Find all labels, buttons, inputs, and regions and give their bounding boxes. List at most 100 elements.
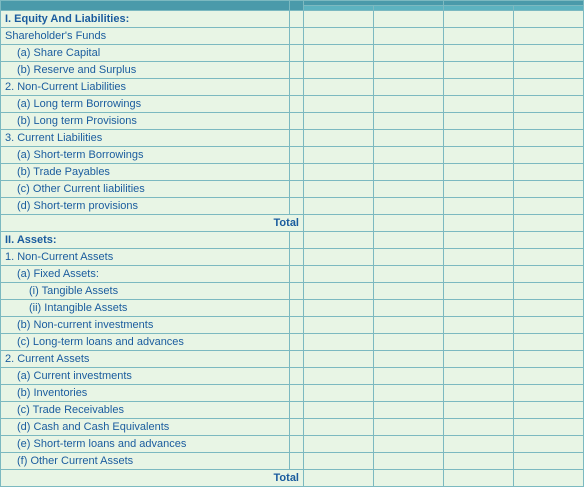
note-no-cell [290,368,304,385]
data-cell-3 [514,62,584,79]
note-no-cell [290,266,304,283]
data-cell-3 [514,470,584,487]
data-cell-2 [444,402,514,419]
particulars-cell: (d) Short-term provisions [1,198,290,215]
particulars-cell: (e) Short-term loans and advances [1,436,290,453]
data-cell-2 [444,79,514,96]
table-row: (a) Share Capital [1,45,584,62]
data-cell-3 [514,385,584,402]
data-cell-3 [514,198,584,215]
header-particulars [1,1,290,11]
particulars-cell: (a) Short-term Borrowings [1,147,290,164]
data-cell-3 [514,300,584,317]
data-cell-1 [374,147,444,164]
data-cell-1 [374,232,444,249]
data-cell-3 [514,419,584,436]
data-cell-1 [374,130,444,147]
data-cell-0 [304,130,374,147]
balance-sheet-table: I. Equity And Liabilities:Shareholder's … [0,0,584,487]
particulars-cell: (b) Non-current investments [1,317,290,334]
note-no-cell [290,45,304,62]
table-row: (e) Short-term loans and advances [1,436,584,453]
data-cell-2 [444,215,514,232]
data-cell-2 [444,317,514,334]
particulars-cell: (a) Current investments [1,368,290,385]
data-cell-3 [514,79,584,96]
total-label: Total [1,215,304,232]
data-cell-2 [444,470,514,487]
data-cell-2 [444,164,514,181]
table-row: (b) Reserve and Surplus [1,62,584,79]
particulars-cell: (i) Tangible Assets [1,283,290,300]
data-cell-3 [514,130,584,147]
note-no-cell [290,453,304,470]
data-cell-0 [304,453,374,470]
data-cell-1 [374,215,444,232]
data-cell-0 [304,198,374,215]
table-row: (d) Short-term provisions [1,198,584,215]
data-cell-1 [374,62,444,79]
data-cell-1 [374,96,444,113]
particulars-cell: 1. Non-Current Assets [1,249,290,266]
data-cell-0 [304,11,374,28]
data-cell-2 [444,283,514,300]
data-cell-0 [304,249,374,266]
data-cell-2 [444,45,514,62]
data-cell-0 [304,164,374,181]
data-cell-0 [304,368,374,385]
table-row: (b) Non-current investments [1,317,584,334]
note-no-cell [290,147,304,164]
data-cell-0 [304,283,374,300]
data-cell-0 [304,113,374,130]
data-cell-1 [374,11,444,28]
data-cell-1 [374,28,444,45]
table-row: (a) Long term Borrowings [1,96,584,113]
data-cell-3 [514,249,584,266]
data-cell-2 [444,351,514,368]
table-row: (b) Trade Payables [1,164,584,181]
particulars-cell: II. Assets: [1,232,290,249]
data-cell-0 [304,419,374,436]
particulars-cell: (d) Cash and Cash Equivalents [1,419,290,436]
data-cell-0 [304,266,374,283]
particulars-cell: (a) Share Capital [1,45,290,62]
note-no-cell [290,232,304,249]
data-cell-0 [304,62,374,79]
table-row: (a) Short-term Borrowings [1,147,584,164]
note-no-cell [290,79,304,96]
table-row: 3. Current Liabilities [1,130,584,147]
note-no-cell [290,62,304,79]
data-cell-1 [374,266,444,283]
note-no-cell [290,402,304,419]
data-cell-3 [514,317,584,334]
data-cell-2 [444,62,514,79]
particulars-cell: (b) Trade Payables [1,164,290,181]
particulars-cell: 2. Non-Current Liabilities [1,79,290,96]
data-cell-2 [444,419,514,436]
note-no-cell [290,249,304,266]
data-cell-3 [514,147,584,164]
particulars-cell: (c) Trade Receivables [1,402,290,419]
particulars-cell: (b) Reserve and Surplus [1,62,290,79]
note-no-cell [290,283,304,300]
particulars-cell: 2. Current Assets [1,351,290,368]
particulars-cell: (a) Long term Borrowings [1,96,290,113]
main-container: I. Equity And Liabilities:Shareholder's … [0,0,584,487]
data-cell-0 [304,28,374,45]
data-cell-0 [304,232,374,249]
data-cell-0 [304,45,374,62]
data-cell-1 [374,453,444,470]
data-cell-2 [444,130,514,147]
data-cell-2 [444,368,514,385]
data-cell-1 [374,385,444,402]
data-cell-1 [374,402,444,419]
table-row: 2. Current Assets [1,351,584,368]
particulars-cell: (b) Inventories [1,385,290,402]
data-cell-2 [444,334,514,351]
data-cell-1 [374,368,444,385]
table-row: (c) Other Current liabilities [1,181,584,198]
particulars-cell: (a) Fixed Assets: [1,266,290,283]
data-cell-1 [374,436,444,453]
table-row: (b) Inventories [1,385,584,402]
data-cell-1 [374,300,444,317]
